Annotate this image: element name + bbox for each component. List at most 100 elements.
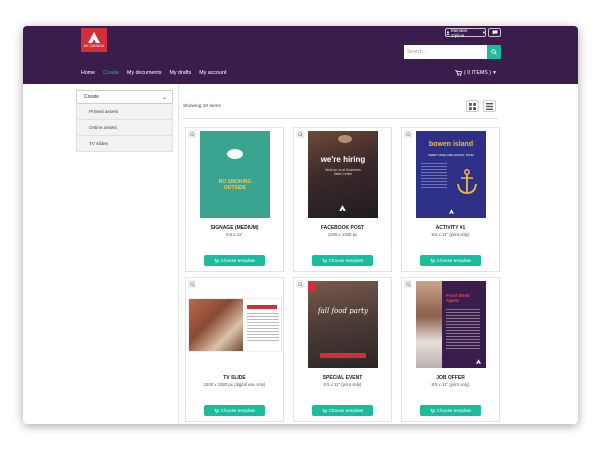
- thumb-logo-icon: [476, 359, 481, 364]
- nav-my-documents[interactable]: My documents: [127, 70, 161, 80]
- template-grid: NO SMOKING OUTSIDE SIGNAGE (MEDIUM) 8.5 …: [185, 127, 500, 422]
- zoom-button[interactable]: [404, 280, 412, 288]
- template-card: Front Desk Agent JOB OFFER 8.5 x 11" (pr…: [401, 277, 500, 422]
- choose-template-label: Choose template: [220, 408, 256, 413]
- template-card: we're hiring Work for us at Downtown Sal…: [293, 127, 392, 272]
- grid-view-icon: [469, 102, 476, 110]
- card-title: SPECIAL EVENT: [322, 375, 363, 381]
- zoom-icon: [297, 281, 303, 287]
- cart-icon: [321, 408, 327, 413]
- grid-view-button[interactable]: [466, 100, 479, 112]
- thumb-logo-icon: [449, 209, 454, 214]
- choose-template-button[interactable]: Choose template: [204, 255, 265, 266]
- thumb-photo: [416, 281, 442, 368]
- thumb-red-bar: [247, 305, 277, 309]
- thumb-subtext: FERRY RIDE AND HIKING TOUR: [428, 153, 474, 157]
- sidebar-create-dropdown[interactable]: Create ⌄: [76, 90, 173, 104]
- sidebar-item-label: TV slides: [89, 141, 108, 146]
- zoom-icon: [189, 281, 195, 287]
- logo-text: AV CANADA: [83, 44, 105, 48]
- cart-button[interactable]: ( 0 ITEMS ) ▾: [455, 70, 496, 76]
- card-title: ACTIVITY #1: [435, 225, 466, 231]
- thumb-logo-icon: [339, 205, 346, 211]
- choose-template-button[interactable]: Choose template: [420, 255, 481, 266]
- cart-label: ( 0 ITEMS ): [464, 70, 492, 76]
- thumb-headline: bowen island: [428, 141, 474, 148]
- content-divider: [178, 84, 179, 424]
- card-size: 8.5 x 11" (print only): [431, 382, 470, 387]
- thumb-subtext: Work for us at Downtown Sales Centre: [325, 168, 361, 176]
- template-thumbnail[interactable]: Front Desk Agent: [416, 281, 486, 368]
- zoom-icon: [297, 131, 303, 137]
- card-title: FACEBOOK POST: [320, 225, 365, 231]
- member-label: Member Zipline: [450, 27, 468, 38]
- member-menu-button[interactable]: Member Zipline ▾: [445, 27, 486, 38]
- choose-template-label: Choose template: [436, 408, 472, 413]
- nav-home[interactable]: Home: [81, 70, 95, 80]
- nav-my-account[interactable]: My account: [199, 70, 226, 80]
- cart-icon: [455, 70, 462, 76]
- thumb-red-corner: [308, 281, 316, 291]
- sidebar-item-tv-slides[interactable]: TV slides: [76, 136, 173, 152]
- sidebar-item-online-assets[interactable]: Online assets: [76, 120, 173, 136]
- zoom-icon: [405, 131, 411, 137]
- zoom-button[interactable]: [296, 130, 304, 138]
- thumb-badge: [227, 149, 243, 159]
- template-thumbnail[interactable]: fall food party: [308, 281, 378, 368]
- chat-button[interactable]: [488, 28, 501, 37]
- user-icon: [446, 30, 450, 35]
- template-thumbnail[interactable]: we're hiring Work for us at Downtown Sal…: [308, 131, 378, 218]
- sidebar-item-label: Printed assets: [89, 109, 119, 114]
- card-size: 8.5 x 11": [226, 232, 243, 237]
- thumb-body-lines: [421, 163, 447, 189]
- cart-icon: [213, 258, 219, 263]
- header-bar: AV CANADA Member Zipline ▾ Home Create M…: [23, 26, 578, 84]
- logo-mark-icon: [88, 32, 100, 43]
- chevron-down-icon: ▾: [482, 29, 485, 35]
- choose-template-button[interactable]: Choose template: [312, 255, 373, 266]
- anchor-icon: [457, 169, 477, 194]
- toolbar-separator: [183, 118, 498, 119]
- choose-template-label: Choose template: [220, 258, 256, 263]
- list-view-icon: [486, 102, 493, 110]
- thumb-text-lines: [247, 313, 279, 343]
- choose-template-button[interactable]: Choose template: [420, 405, 481, 416]
- sidebar: Create ⌄ Printed assets Online assets TV…: [76, 90, 173, 152]
- template-card: fall food party SPECIAL EVENT 8.5 x 11" …: [293, 277, 392, 422]
- zoom-button[interactable]: [188, 280, 196, 288]
- sidebar-item-printed-assets[interactable]: Printed assets: [76, 104, 173, 120]
- card-size: 1920 x 1080 px (digital use only): [203, 382, 266, 387]
- choose-template-label: Choose template: [328, 408, 364, 413]
- template-thumbnail[interactable]: [188, 298, 282, 352]
- chevron-down-icon: ⌄: [161, 94, 167, 101]
- card-size: 8.5 x 11" (print only): [323, 382, 362, 387]
- thumb-headline: NO SMOKING OUTSIDE: [218, 179, 252, 191]
- template-card: TV SLIDE 1920 x 1080 px (digital use onl…: [185, 277, 284, 422]
- thumb-text-lines: [446, 309, 480, 349]
- template-thumbnail[interactable]: bowen island FERRY RIDE AND HIKING TOUR: [416, 131, 486, 218]
- main-nav: Home Create My documents My drafts My ac…: [81, 70, 226, 80]
- nav-my-drafts[interactable]: My drafts: [170, 70, 192, 80]
- card-title: JOB OFFER: [436, 375, 465, 381]
- zoom-button[interactable]: [296, 280, 304, 288]
- thumb-red-footer: [320, 353, 366, 358]
- choose-template-button[interactable]: Choose template: [312, 405, 373, 416]
- search-button[interactable]: [487, 45, 501, 59]
- cart-icon: [321, 258, 327, 263]
- zoom-button[interactable]: [188, 130, 196, 138]
- brand-logo[interactable]: AV CANADA: [81, 28, 107, 52]
- template-thumbnail[interactable]: NO SMOKING OUTSIDE: [200, 131, 270, 218]
- sidebar-heading: Create: [84, 94, 100, 100]
- list-view-button[interactable]: [483, 100, 496, 112]
- search-input[interactable]: [404, 45, 487, 59]
- card-size: 1200 x 1200 px: [327, 232, 358, 237]
- choose-template-label: Choose template: [328, 258, 364, 263]
- card-size: 8.5 x 11" (print only): [431, 232, 470, 237]
- nav-create[interactable]: Create: [103, 70, 119, 80]
- chat-icon: [492, 30, 497, 35]
- cart-icon: [429, 258, 435, 263]
- zoom-button[interactable]: [404, 130, 412, 138]
- thumb-headline: fall food party: [318, 307, 368, 315]
- thumb-headline: Front Desk Agent: [446, 293, 470, 303]
- choose-template-button[interactable]: Choose template: [204, 405, 265, 416]
